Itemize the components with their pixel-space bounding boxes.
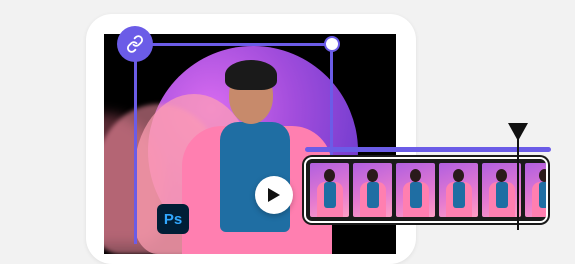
timeline-thumbnail	[353, 163, 392, 217]
timeline-clip[interactable]	[304, 157, 548, 223]
timeline-thumbnail	[525, 163, 546, 217]
play-icon	[268, 188, 280, 202]
timeline-track[interactable]	[305, 147, 551, 152]
timeline-thumbnail	[482, 163, 521, 217]
timeline-thumbnail	[439, 163, 478, 217]
selection-frame-right	[330, 43, 333, 158]
photoshop-badge: Ps	[157, 204, 189, 234]
playhead-marker-icon[interactable]	[506, 122, 530, 142]
link-icon	[127, 35, 143, 53]
play-button[interactable]	[255, 176, 293, 214]
selection-frame-top	[136, 43, 332, 46]
playhead-line	[517, 130, 519, 230]
resize-handle-icon[interactable]	[324, 36, 340, 52]
timeline-thumbnail	[396, 163, 435, 217]
selection-frame-left	[134, 43, 137, 244]
link-button[interactable]	[117, 26, 153, 62]
timeline-thumbnail	[310, 163, 349, 217]
subject-hair	[225, 60, 277, 90]
